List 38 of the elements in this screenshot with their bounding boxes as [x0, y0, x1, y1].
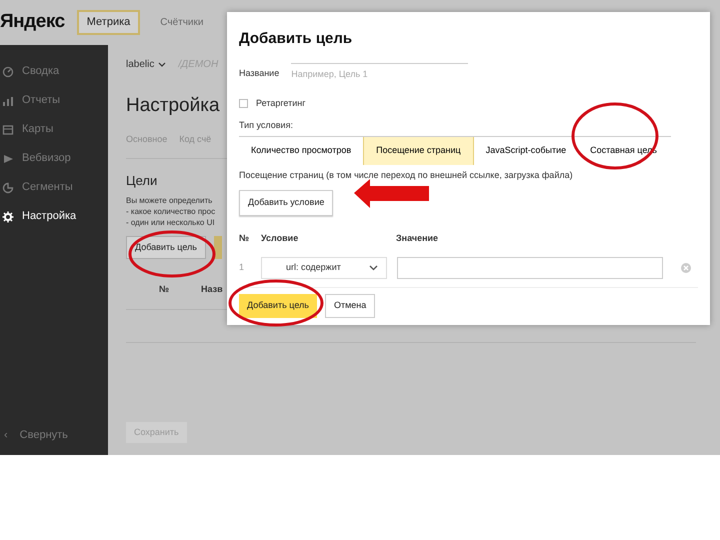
value-input[interactable]	[397, 257, 663, 279]
column-header: Назв	[201, 283, 223, 296]
cancel-button[interactable]: Отмена	[324, 294, 376, 318]
description-line: Вы можете определить	[126, 194, 212, 206]
add-condition-button[interactable]: Добавить условие	[239, 190, 334, 216]
chevron-down-icon	[369, 265, 378, 271]
column-header: №	[239, 232, 250, 244]
pie-chart-icon	[2, 182, 14, 194]
field-label: Название	[239, 67, 280, 80]
name-input[interactable]: Например, Цель 1	[291, 62, 468, 85]
column-header: №	[159, 283, 170, 296]
add-goal-submit-button[interactable]: Добавить цель	[239, 294, 317, 318]
field-label: Тип условия:	[239, 118, 294, 132]
remove-icon[interactable]	[681, 263, 691, 273]
sidebar-item[interactable]: Настройка	[0, 202, 108, 231]
condition-type-tab[interactable]: Посещение страниц	[363, 137, 474, 164]
add-goal-button[interactable]: Добавить цель	[126, 236, 206, 259]
counter-selector[interactable]: labelic	[126, 57, 154, 72]
checkbox-label: Ретаргетинг	[256, 97, 306, 110]
map-icon	[2, 124, 14, 136]
condition-description: Посещение страниц (в том числе переход по внешней ссылке, загрузка файла)	[239, 168, 574, 182]
page-title: Настройка	[126, 94, 220, 118]
modal-title: Добавить цель	[239, 29, 354, 49]
description-line: - один или несколько UI	[126, 216, 215, 228]
condition-select[interactable]: url: содержит	[261, 257, 387, 279]
bar-chart-icon	[2, 94, 14, 106]
column-header: Значение	[396, 232, 440, 244]
chevron-down-icon[interactable]	[158, 62, 166, 67]
description-line: - какое количество прос	[126, 206, 216, 216]
row-number: 1	[239, 261, 246, 274]
logo[interactable]: Яндекс	[0, 8, 65, 37]
settings-icon	[2, 210, 14, 222]
section-heading: Цели	[126, 172, 158, 190]
play-icon	[2, 152, 14, 164]
column-header: Условие	[261, 232, 300, 244]
product-tab[interactable]: Метрика	[76, 10, 140, 35]
retargeting-checkbox[interactable]	[239, 99, 248, 108]
gauge-icon	[2, 66, 14, 78]
